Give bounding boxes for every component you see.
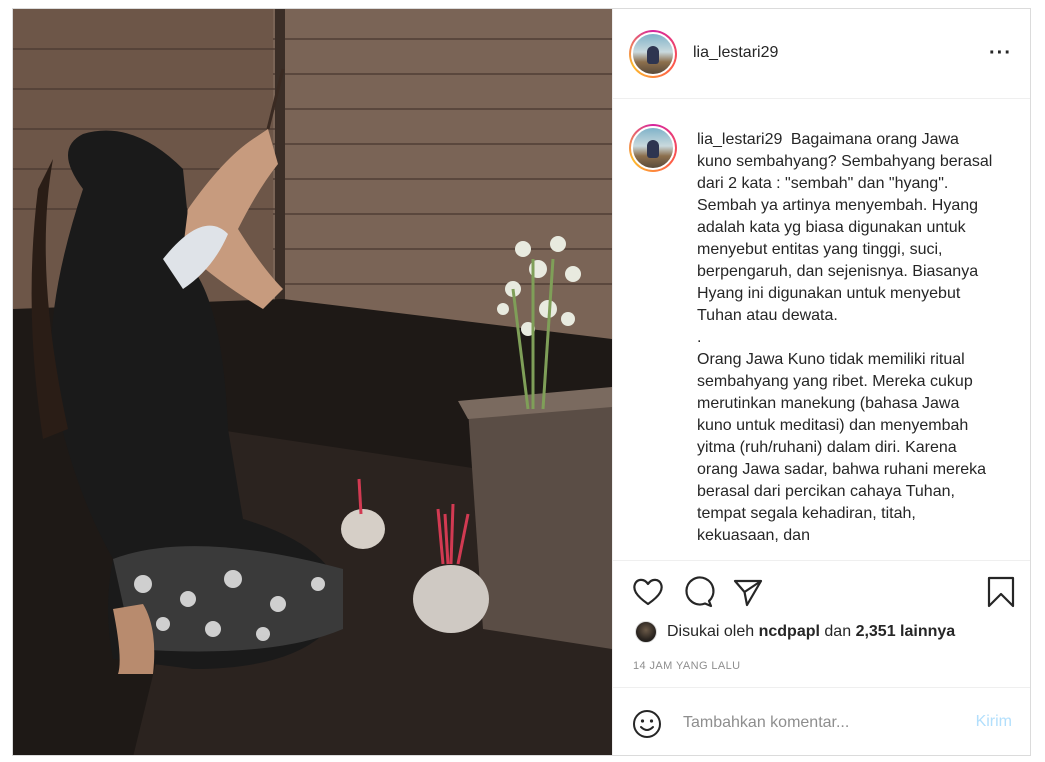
post-comment-button[interactable]: Kirim <box>976 713 1012 731</box>
comment-input[interactable] <box>683 710 953 736</box>
post-header: lia_lestari29 ··· <box>613 9 1030 99</box>
likes-middle: dan <box>824 623 852 640</box>
action-bar <box>613 560 1030 610</box>
avatar-image <box>631 32 675 76</box>
bookmark-icon[interactable] <box>984 575 1018 609</box>
comment-icon[interactable] <box>681 575 715 609</box>
post-username[interactable]: lia_lestari29 <box>693 44 778 62</box>
post-timestamp[interactable]: 14 JAM YANG LALU <box>633 660 740 672</box>
likes-prefix: Disukai oleh <box>667 623 755 640</box>
caption-avatar[interactable] <box>629 124 677 172</box>
caption-text: Bagaimana orang Jawa kuno sembahyang? Se… <box>697 131 993 544</box>
post-caption: lia_lestari29 Bagaimana orang Jawa kuno … <box>697 129 997 547</box>
more-options-icon[interactable]: ··· <box>989 43 1012 63</box>
smiley-icon[interactable] <box>631 708 663 740</box>
likes-count[interactable]: 2,351 lainnya <box>856 623 956 641</box>
liker-avatar[interactable] <box>635 621 657 643</box>
post-sidebar: lia_lestari29 ··· lia_lestari29 Bagaiman… <box>612 9 1030 755</box>
avatar[interactable] <box>629 30 677 78</box>
post-card: lia_lestari29 ··· lia_lestari29 Bagaiman… <box>12 8 1031 756</box>
heart-icon[interactable] <box>631 575 665 609</box>
comment-form: Kirim <box>613 687 1030 755</box>
paper-plane-icon[interactable] <box>731 575 765 609</box>
liker-username[interactable]: ncdpapl <box>759 623 820 641</box>
photo-illustration <box>13 9 612 755</box>
likes-summary: Disukai oleh ncdpapl dan 2,351 lainnya <box>635 621 955 643</box>
post-photo[interactable] <box>13 9 612 755</box>
caption-username[interactable]: lia_lestari29 <box>697 131 782 148</box>
caption-avatar-image <box>631 126 675 170</box>
comments-section: lia_lestari29 Bagaimana orang Jawa kuno … <box>613 100 1030 560</box>
